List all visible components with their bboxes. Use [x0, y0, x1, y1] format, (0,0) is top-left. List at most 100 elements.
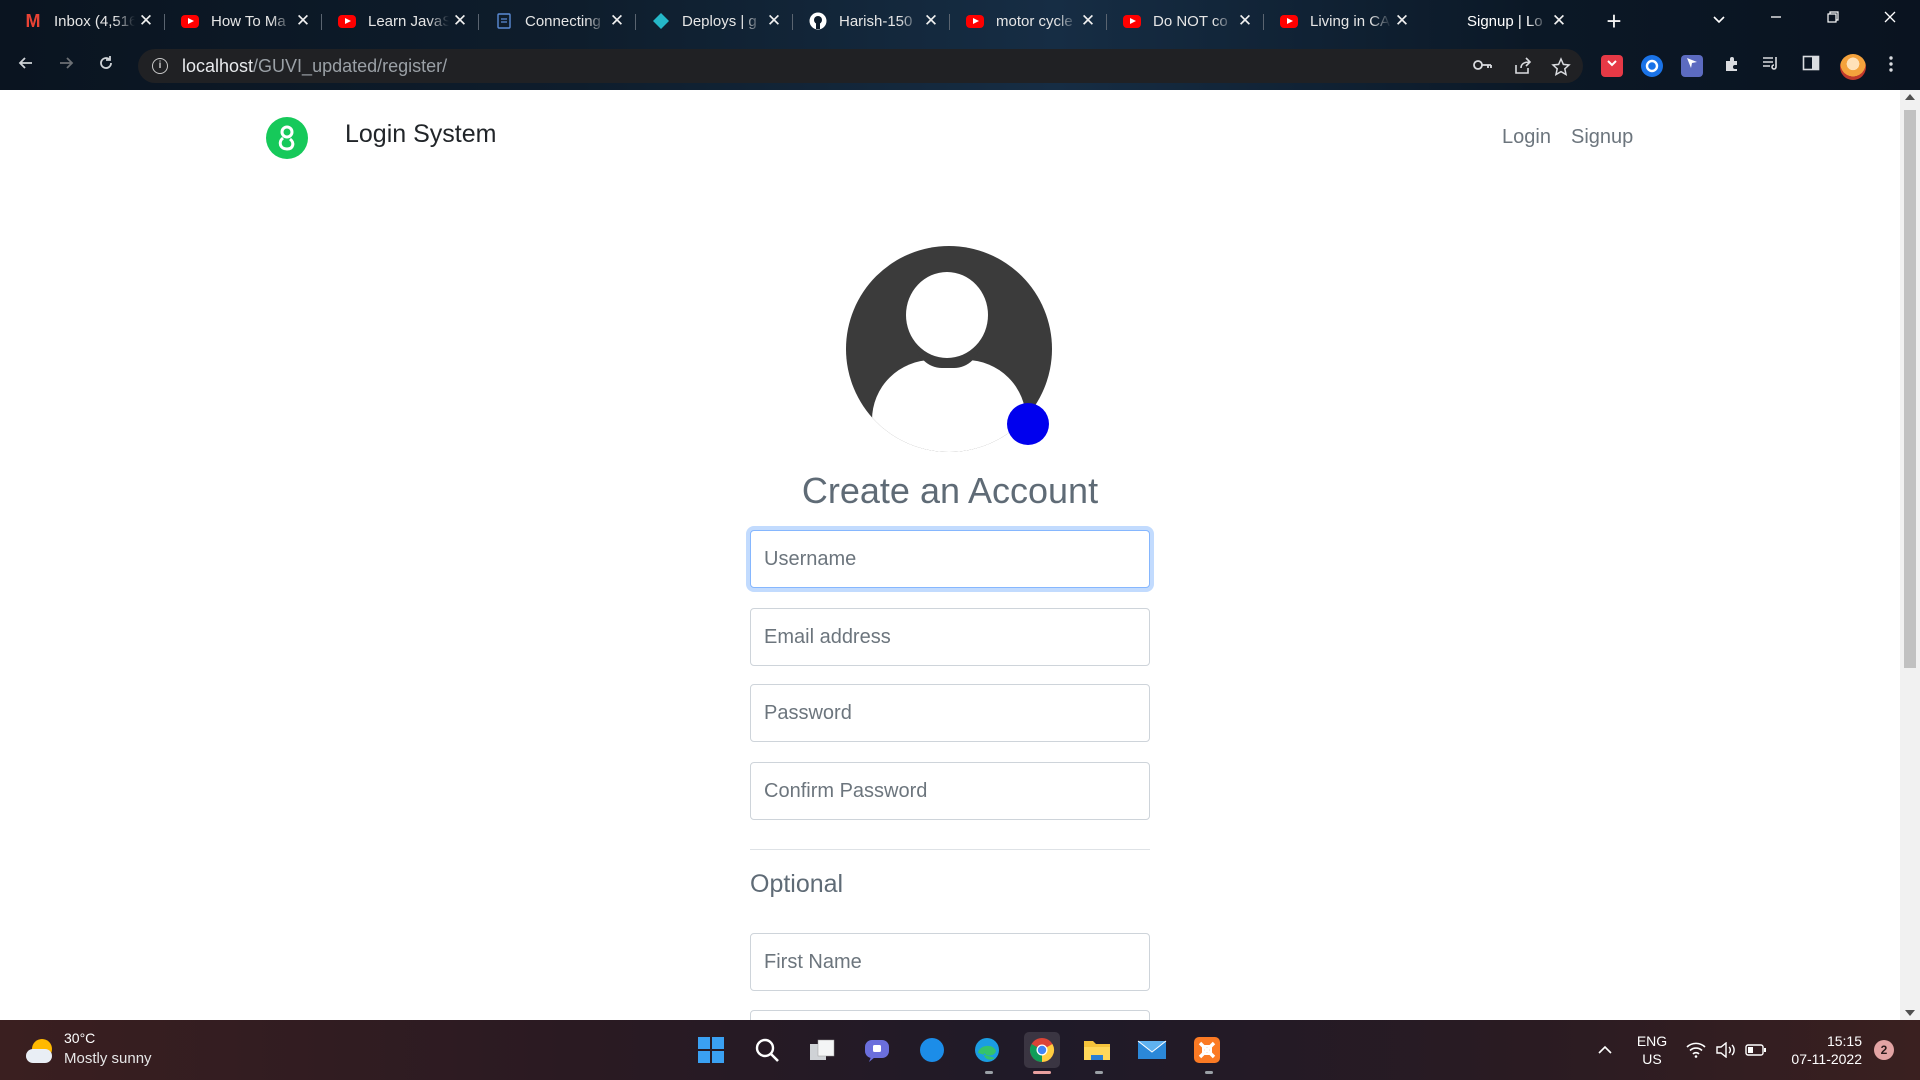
nav-login-link[interactable]: Login [1502, 126, 1551, 149]
weather-condition[interactable]: Mostly sunny [64, 1050, 152, 1067]
tab-close-icon[interactable]: ✕ [1234, 11, 1256, 31]
tab-close-icon[interactable]: ✕ [1548, 11, 1570, 31]
tab-close-icon[interactable]: ✕ [1391, 11, 1413, 31]
url-host: localhost [182, 55, 254, 76]
url-path: /GUVI_updated/register/ [253, 55, 448, 76]
show-hidden-icons-chevron-icon[interactable] [1590, 1032, 1620, 1068]
input-language-indicator[interactable]: ENG US [1636, 1032, 1668, 1068]
keyboard-layout: US [1642, 1051, 1662, 1067]
task-view-icon[interactable] [804, 1032, 840, 1068]
tab-title: Deploys | g [682, 12, 757, 30]
share-icon[interactable] [1512, 57, 1534, 77]
mail-icon[interactable] [1134, 1032, 1170, 1068]
page-heading: Create an Account [801, 470, 1099, 511]
tab-title: motor cycle [996, 12, 1073, 30]
forward-arrow-icon[interactable] [52, 52, 80, 80]
scroll-down-icon[interactable] [1905, 1010, 1915, 1016]
scroll-up-icon[interactable] [1905, 94, 1915, 100]
tab-github[interactable]: Harish-150 ✕ [795, 6, 950, 36]
chrome-browser-icon[interactable] [1024, 1032, 1060, 1068]
running-indicator [985, 1071, 993, 1074]
tab-youtube-do-not[interactable]: Do NOT co ✕ [1109, 6, 1264, 36]
tab-gmail-inbox[interactable]: M Inbox (4,516 ✕ [10, 6, 165, 36]
tab-connecting[interactable]: Connecting ✕ [481, 6, 636, 36]
reading-list-icon[interactable] [1760, 55, 1782, 77]
tab-close-icon[interactable]: ✕ [920, 11, 942, 31]
web-page: Login System Login Signup Create an Acco… [0, 90, 1900, 1020]
volume-icon[interactable] [1711, 1032, 1741, 1068]
section-divider [750, 849, 1150, 850]
profile-avatar-icon[interactable] [1840, 54, 1866, 80]
address-bar[interactable]: i localhost/GUVI_updated/register/ [138, 49, 1583, 83]
youtube-icon [181, 12, 199, 30]
tab-youtube-motorcycle[interactable]: motor cycle ✕ [952, 6, 1107, 36]
github-icon [809, 12, 827, 30]
close-window-icon[interactable] [1870, 6, 1910, 34]
weather-sunny-icon[interactable] [26, 1037, 54, 1065]
tab-strip: M Inbox (4,516 ✕ How To Ma ✕ Learn JavaS… [0, 0, 1920, 42]
teams-chat-icon[interactable] [859, 1032, 895, 1068]
tab-separator [164, 14, 165, 30]
tab-close-icon[interactable]: ✕ [292, 11, 314, 31]
file-explorer-icon[interactable] [1079, 1032, 1115, 1068]
password-input[interactable] [750, 684, 1150, 742]
blank-favicon-icon [1437, 12, 1455, 30]
avatar-body-shape [872, 360, 1026, 452]
document-icon [495, 12, 513, 30]
weather-temperature[interactable]: 30°C [64, 1030, 95, 1046]
site-info-icon[interactable]: i [152, 58, 168, 74]
tab-title: Harish-150 [839, 12, 913, 30]
edge-browser-icon[interactable] [969, 1032, 1005, 1068]
cursor-extension-icon[interactable] [1681, 55, 1703, 77]
tab-close-icon[interactable]: ✕ [1077, 11, 1099, 31]
browser-menu-icon[interactable] [1880, 55, 1902, 77]
extension-circle-icon[interactable] [1641, 55, 1663, 77]
battery-icon[interactable] [1741, 1032, 1771, 1068]
optional-section-title: Optional [750, 870, 844, 898]
email-input[interactable] [750, 608, 1150, 666]
tab-separator [792, 14, 793, 30]
page-scrollbar[interactable] [1900, 90, 1920, 1020]
last-name-input-partial[interactable] [750, 1010, 1150, 1020]
brand-title[interactable]: Login System [345, 120, 496, 149]
xampp-icon[interactable] [1189, 1032, 1225, 1068]
upload-photo-dot[interactable] [1007, 403, 1049, 445]
wifi-icon[interactable] [1681, 1032, 1711, 1068]
tab-title: Connecting [525, 12, 601, 30]
tab-signup-active[interactable]: Signup | Lo ✕ [1423, 6, 1578, 36]
safari-icon[interactable] [914, 1032, 950, 1068]
tab-close-icon[interactable]: ✕ [135, 11, 157, 31]
minimize-window-icon[interactable] [1756, 6, 1796, 34]
notification-count-badge[interactable]: 2 [1874, 1040, 1894, 1060]
youtube-icon [966, 12, 984, 30]
bookmark-star-icon[interactable] [1550, 57, 1572, 77]
windows-taskbar: 30°C Mostly sunny ENG US 15:15 07-11-202… [0, 1020, 1920, 1080]
tab-youtube-learn-js[interactable]: Learn JavaS ✕ [324, 6, 479, 36]
tab-close-icon[interactable]: ✕ [763, 11, 785, 31]
brand-logo-icon[interactable] [266, 117, 308, 159]
tab-youtube-living[interactable]: Living in CA ✕ [1266, 6, 1421, 36]
tab-separator [949, 14, 950, 30]
tab-search-chevron-icon[interactable] [1699, 6, 1739, 34]
new-tab-button[interactable]: + [1600, 8, 1628, 36]
first-name-input[interactable] [750, 933, 1150, 991]
tab-close-icon[interactable]: ✕ [606, 11, 628, 31]
tab-close-icon[interactable]: ✕ [449, 11, 471, 31]
tab-deploys[interactable]: Deploys | g ✕ [638, 6, 793, 36]
search-icon[interactable] [749, 1032, 785, 1068]
key-icon[interactable] [1472, 57, 1494, 77]
username-input[interactable] [750, 530, 1150, 588]
running-indicator [1205, 1071, 1213, 1074]
scrollbar-thumb[interactable] [1904, 110, 1916, 668]
side-panel-icon[interactable] [1800, 55, 1822, 77]
system-clock[interactable]: 15:15 07-11-2022 [1772, 1032, 1862, 1068]
extensions-puzzle-icon[interactable] [1721, 55, 1743, 77]
windows-start-icon[interactable] [693, 1032, 729, 1068]
restore-window-icon[interactable] [1813, 6, 1853, 34]
back-arrow-icon[interactable] [12, 52, 40, 80]
reload-icon[interactable] [92, 52, 120, 80]
tab-youtube-how-to[interactable]: How To Ma ✕ [167, 6, 322, 36]
confirm-password-input[interactable] [750, 762, 1150, 820]
pocket-extension-icon[interactable] [1601, 55, 1623, 77]
nav-signup-link[interactable]: Signup [1571, 126, 1633, 149]
